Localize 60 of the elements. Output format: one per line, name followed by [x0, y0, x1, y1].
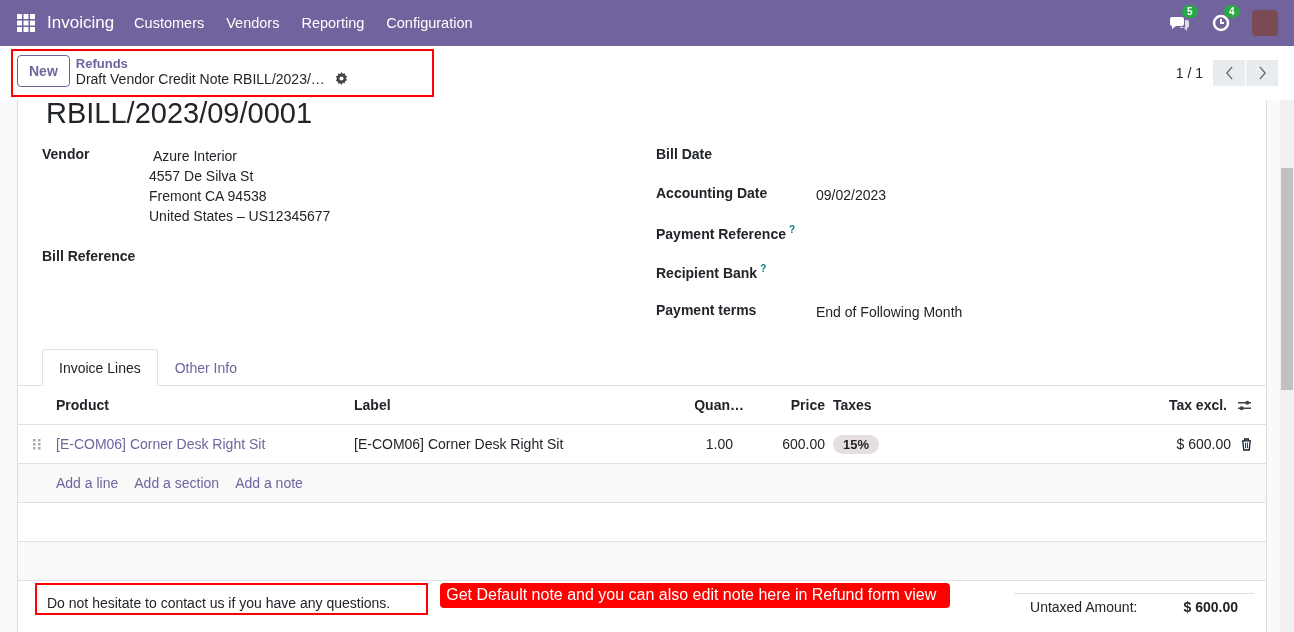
product-cell[interactable]: [E-COM06] Corner Desk Right Sit: [56, 436, 354, 452]
annotation-callout: Get Default note and you can also edit note here in Refund form view: [440, 583, 951, 608]
field-value[interactable]: 09/02/2023: [816, 187, 887, 203]
column-header[interactable]: Product: [56, 397, 354, 413]
menu-item[interactable]: Reporting: [301, 15, 365, 31]
tax-tag: 15%: [833, 435, 880, 454]
menu-item[interactable]: Customers: [134, 15, 205, 31]
column-header[interactable]: Label: [354, 397, 674, 413]
field-label: Recipient Bank: [656, 264, 758, 281]
apps-grid-icon[interactable]: [17, 14, 35, 32]
quantity-cell-text: 1.00: [704, 436, 733, 452]
total-value: $ 600.00: [1183, 599, 1238, 615]
field-label: Bill Reference: [42, 248, 137, 264]
chat-bubbles-icon[interactable]: [1170, 14, 1190, 32]
total-label: Untaxed Amount:: [1030, 599, 1138, 615]
address-line: 4557 De Silva St: [149, 168, 255, 184]
record-name: RBILL/2023/09/0001: [45, 100, 314, 128]
column-settings-icon[interactable]: [1237, 398, 1252, 412]
delete-icon[interactable]: [1241, 437, 1252, 451]
field-label: Accounting Date: [656, 185, 768, 201]
menu-item[interactable]: Vendors: [226, 15, 280, 31]
settings-icon[interactable]: [334, 72, 348, 85]
field-label: Payment Reference: [656, 225, 786, 242]
tab[interactable]: Other Info: [157, 349, 254, 386]
record-title: Draft Vendor Credit Note RBILL/2023/…: [75, 70, 325, 87]
activity-count-badge: 4: [1224, 5, 1240, 18]
add-link[interactable]: Add a note: [235, 475, 303, 491]
address-line: United States – US12345677: [149, 208, 331, 224]
pager-value: 1 / 1: [1175, 65, 1203, 81]
clock-icon[interactable]: [1212, 14, 1230, 32]
menu-item[interactable]: Configuration: [386, 15, 473, 31]
address-line: Fremont CA 94538: [149, 188, 268, 204]
column-header[interactable]: Price: [744, 397, 825, 413]
price-cell-text: 600.00: [781, 436, 825, 452]
help-tooltip[interactable]: ?: [788, 224, 796, 235]
column-header[interactable]: Tax excl.: [933, 397, 1227, 413]
help-tooltip[interactable]: ?: [760, 263, 767, 274]
chevron-left-icon: [1224, 66, 1234, 80]
column-header[interactable]: Quan…: [674, 397, 744, 413]
vendor-name[interactable]: Azure Interior: [149, 148, 331, 164]
message-count-badge: 5: [1182, 5, 1198, 18]
app-name[interactable]: Invoicing: [47, 13, 115, 33]
column-header[interactable]: Taxes: [825, 397, 933, 413]
label-cell-text: [E-COM06] Corner Desk Right Sit: [354, 436, 565, 452]
tab[interactable]: Invoice Lines: [42, 349, 158, 386]
field-label: Payment terms: [656, 302, 757, 318]
field-label: Bill Date: [656, 146, 712, 162]
breadcrumb-link[interactable]: Refunds: [75, 55, 348, 71]
next-button[interactable]: [1246, 60, 1278, 86]
drag-handle-icon[interactable]: [33, 438, 41, 450]
field-value[interactable]: End of Following Month: [816, 304, 963, 320]
scrollbar[interactable]: [1280, 100, 1294, 632]
new-button[interactable]: New: [17, 55, 70, 87]
note-field[interactable]: Do not hesitate to contact us if you have any questions.: [35, 583, 429, 615]
field-label: Vendor: [42, 146, 91, 164]
previous-button[interactable]: [1213, 60, 1245, 86]
add-link[interactable]: Add a section: [134, 475, 220, 491]
add-link[interactable]: Add a line: [56, 475, 119, 491]
chevron-right-icon: [1257, 66, 1267, 80]
subtotal-cell-text: $ 600.00: [1175, 436, 1231, 452]
